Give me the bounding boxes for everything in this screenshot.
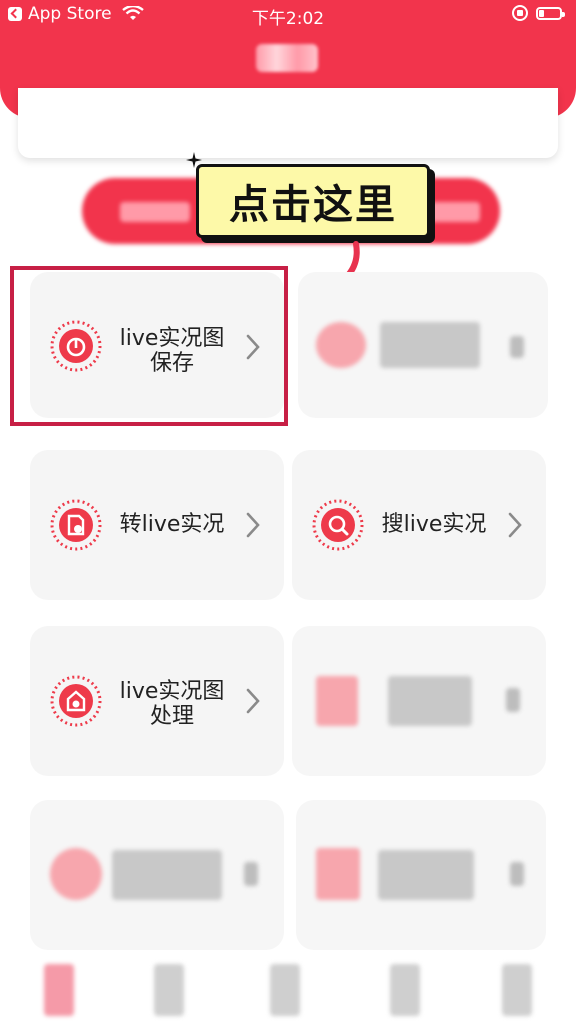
blurred-label <box>378 850 474 900</box>
blurred-icon <box>316 848 360 900</box>
chevron-right-icon <box>508 512 522 538</box>
tab-item-blurred-1[interactable] <box>44 964 74 1016</box>
tab-item-blurred-5[interactable] <box>502 964 532 1016</box>
image-process-icon <box>50 675 102 727</box>
chevron-right-icon <box>246 512 260 538</box>
blurred-label <box>112 850 222 900</box>
tool-label-convert-live: 转live实况 <box>119 512 225 537</box>
highlight-box <box>10 266 288 426</box>
tab-item-blurred-3[interactable] <box>270 964 300 1016</box>
banner-text-blurred <box>120 202 190 222</box>
blurred-chevron <box>510 336 524 358</box>
orientation-lock-icon <box>512 5 528 21</box>
blurred-chevron <box>510 862 524 886</box>
page-title-blurred <box>256 44 318 72</box>
status-bar: App Store 下午2:02 <box>0 0 576 30</box>
banner-text-blurred-2 <box>430 202 480 222</box>
blurred-icon <box>50 848 102 900</box>
search-live-icon <box>312 499 364 551</box>
top-card <box>18 88 558 158</box>
blurred-icon <box>316 676 358 726</box>
tool-label-live-process: live实况图 处理 <box>110 679 234 729</box>
battery-icon <box>536 6 565 20</box>
blurred-icon <box>316 322 366 368</box>
callout-label: 点击这里 <box>196 164 430 238</box>
blurred-chevron <box>244 862 258 886</box>
tab-item-blurred-4[interactable] <box>390 964 420 1016</box>
tool-label-line2: 处理 <box>149 704 194 729</box>
status-time: 下午2:02 <box>251 9 325 29</box>
tool-label-search-live: 搜live实况 <box>381 512 487 537</box>
battery-level <box>539 9 544 17</box>
convert-image-icon <box>50 499 102 551</box>
blurred-label <box>388 676 472 726</box>
tab-item-blurred-2[interactable] <box>154 964 184 1016</box>
blurred-chevron <box>506 688 520 712</box>
blurred-label <box>380 322 480 368</box>
tool-label-line1: live实况图 <box>119 679 225 704</box>
chevron-right-icon <box>246 688 260 714</box>
